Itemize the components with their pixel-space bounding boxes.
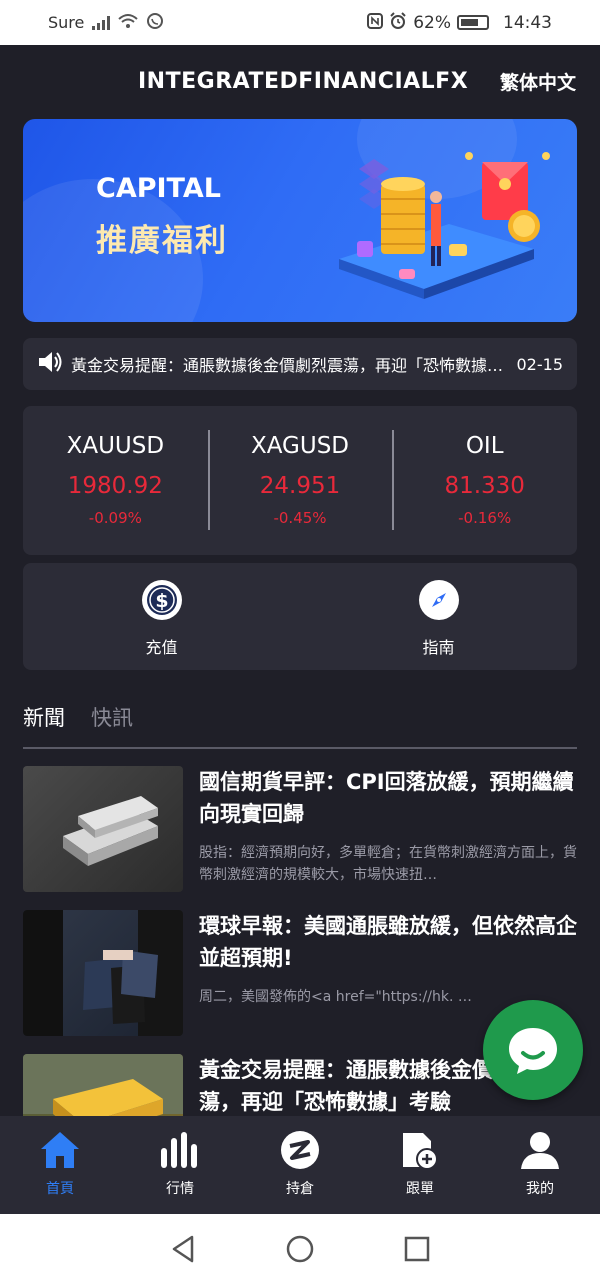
nav-profile[interactable]: 我的 bbox=[480, 1116, 600, 1214]
quick-actions: $ 充值 指南 bbox=[23, 563, 577, 670]
deposit-label: 充值 bbox=[145, 638, 178, 657]
chat-button[interactable] bbox=[483, 1000, 583, 1100]
nfc-icon bbox=[367, 12, 384, 33]
app-title: INTEGRATEDFINANCIALFX bbox=[138, 69, 469, 94]
quote-symbol: XAGUSD bbox=[250, 433, 350, 459]
svg-text:$: $ bbox=[155, 590, 168, 612]
app-header: INTEGRATEDFINANCIALFX 繁体中文 bbox=[0, 45, 600, 118]
quote-panel: XAUUSD 1980.92 -0.09% XAGUSD 24.951 -0.4… bbox=[23, 406, 577, 555]
quote-symbol: XAUUSD bbox=[66, 433, 165, 459]
ticker-text: 黃金交易提醒：通脹數據後金價劇烈震蕩，再迎「恐怖數據」考驗 bbox=[71, 356, 505, 375]
ticker-date: 02-15 bbox=[516, 354, 564, 374]
recents-icon[interactable] bbox=[404, 1236, 430, 1262]
nav-positions[interactable]: 持倉 bbox=[240, 1116, 360, 1214]
nav-market[interactable]: 行情 bbox=[120, 1116, 240, 1214]
deposit-button[interactable]: $ 充值 bbox=[23, 563, 300, 670]
news-item[interactable]: 國信期貨早評：CPI回落放緩，預期繼續向現實回歸 股指：經濟預期向好，多單輕倉；… bbox=[23, 766, 577, 892]
nav-label: 持倉 bbox=[286, 1181, 314, 1197]
nav-label: 我的 bbox=[526, 1181, 554, 1197]
battery-percent: 62% bbox=[413, 12, 451, 33]
home-icon bbox=[38, 1128, 82, 1172]
nav-label: 行情 bbox=[166, 1181, 194, 1197]
banner-title: CAPITAL bbox=[96, 173, 221, 204]
quote-xauusd[interactable]: XAUUSD 1980.92 -0.09% bbox=[23, 406, 208, 555]
nav-label: 首頁 bbox=[46, 1181, 74, 1197]
nav-copy-trade[interactable]: 跟單 bbox=[360, 1116, 480, 1214]
wifi-icon bbox=[118, 13, 139, 33]
quote-oil[interactable]: OIL 81.330 -0.16% bbox=[392, 406, 577, 555]
system-navigation bbox=[0, 1214, 600, 1284]
signal-icon bbox=[92, 15, 111, 30]
nav-home[interactable]: 首頁 bbox=[0, 1116, 120, 1214]
news-thumbnail bbox=[23, 766, 183, 892]
tab-flash[interactable]: 快訊 bbox=[91, 702, 133, 747]
guide-button[interactable]: 指南 bbox=[300, 563, 577, 670]
news-thumbnail bbox=[23, 910, 183, 1036]
coins-illustration bbox=[339, 152, 550, 299]
home-circle-icon[interactable] bbox=[286, 1235, 314, 1263]
quote-symbol: OIL bbox=[465, 433, 504, 459]
news-thumbnail bbox=[23, 1054, 183, 1118]
battery-icon bbox=[457, 15, 489, 30]
speaker-icon bbox=[37, 351, 63, 377]
copy-trade-icon bbox=[398, 1128, 442, 1172]
news-title: 環球早報：美國通脹雖放緩，但依然高企並超預期! bbox=[199, 914, 577, 970]
dollar-icon: $ bbox=[141, 580, 182, 620]
news-excerpt: 股指：經濟預期向好，多單輕倉；在貨幣刺激經濟方面上，貨幣刺激經濟的規模較大，市場… bbox=[199, 845, 577, 883]
compass-icon bbox=[418, 580, 459, 620]
profile-icon bbox=[518, 1128, 562, 1172]
quote-price: 24.951 bbox=[259, 473, 341, 499]
quote-price: 81.330 bbox=[444, 473, 525, 499]
position-icon bbox=[278, 1128, 322, 1172]
status-bar: Sure 62% 14:43 bbox=[0, 0, 600, 45]
whatsapp-icon bbox=[146, 12, 164, 34]
promo-banner[interactable]: CAPITAL 推廣福利 bbox=[23, 119, 577, 322]
quote-change: -0.45% bbox=[273, 509, 327, 527]
news-title: 國信期貨早評：CPI回落放緩，預期繼續向現實回歸 bbox=[199, 770, 574, 826]
tab-news[interactable]: 新聞 bbox=[23, 702, 65, 747]
chart-bars-icon bbox=[158, 1128, 202, 1172]
quote-change: -0.09% bbox=[88, 509, 142, 527]
quote-price: 1980.92 bbox=[67, 473, 163, 499]
news-tabs: 新聞 快訊 bbox=[23, 702, 577, 749]
back-icon[interactable] bbox=[170, 1235, 196, 1263]
guide-label: 指南 bbox=[422, 638, 455, 657]
carrier-label: Sure bbox=[48, 13, 85, 32]
alarm-icon bbox=[389, 11, 407, 34]
banner-subtitle: 推廣福利 bbox=[96, 223, 228, 259]
nav-label: 跟單 bbox=[406, 1181, 434, 1197]
quote-change: -0.16% bbox=[458, 509, 512, 527]
news-ticker[interactable]: 黃金交易提醒：通脹數據後金價劇烈震蕩，再迎「恐怖數據」考驗 02-15 bbox=[23, 338, 577, 390]
bottom-navigation: 首頁 行情 持倉 跟單 我的 bbox=[0, 1116, 600, 1214]
language-switch-button[interactable]: 繁体中文 bbox=[500, 68, 576, 95]
quote-xagusd[interactable]: XAGUSD 24.951 -0.45% bbox=[207, 406, 393, 555]
clock: 14:43 bbox=[503, 12, 552, 33]
chat-bubble-icon bbox=[509, 1028, 557, 1074]
